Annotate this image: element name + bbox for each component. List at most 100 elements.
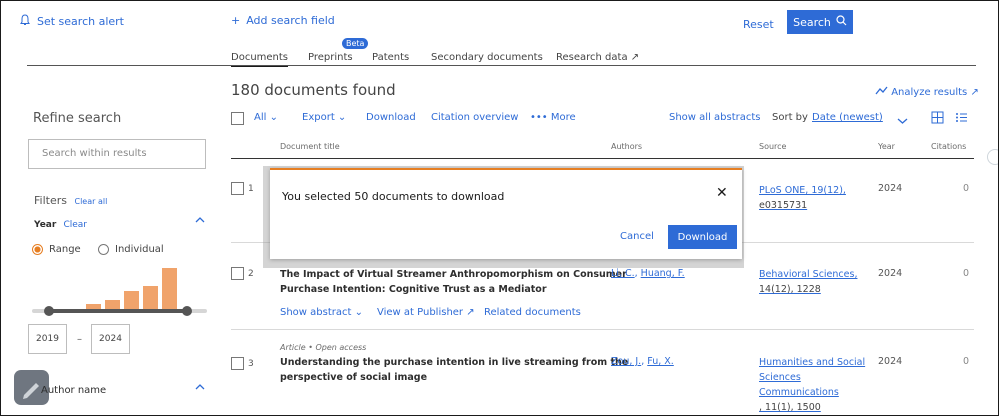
source-line: Communications [759, 387, 839, 398]
close-icon[interactable]: ✕ [716, 185, 728, 201]
source-line: Humanities and Social [759, 357, 866, 368]
title-line: The Impact of Virtual Streamer Anthropom… [280, 269, 627, 280]
row-citations: 0 [963, 268, 970, 279]
download-dialog: You selected 50 documents to download ✕ … [270, 168, 742, 259]
cancel-button[interactable]: Cancel [620, 231, 654, 242]
beta-badge: Beta [342, 38, 369, 49]
related-documents-link[interactable]: Related documents [484, 307, 581, 318]
sort-select[interactable]: Date (newest) [812, 112, 883, 123]
histogram-bar [143, 286, 158, 311]
document-title-link[interactable]: Understanding the purchase intention in … [280, 355, 628, 385]
author-link[interactable]: Huang, F. [641, 268, 685, 279]
year-to-input[interactable]: 2024 [91, 324, 130, 354]
source-line: 14(12), 1228 [759, 284, 821, 295]
column-header-title[interactable]: Document title [280, 142, 340, 151]
year-slider-handle-min[interactable] [44, 306, 54, 316]
row-source[interactable]: Behavioral Sciences, 14(12), 1228 [759, 267, 857, 297]
show-all-abstracts-link[interactable]: Show all abstracts [669, 112, 761, 123]
search-button-label: Search [793, 15, 831, 29]
year-slider-track[interactable] [32, 306, 207, 316]
individual-radio[interactable]: Individual [98, 244, 164, 255]
row-number: 1 [248, 183, 254, 194]
set-search-alert-link[interactable]: Set search alert [19, 14, 124, 29]
row-year: 2024 [878, 268, 903, 279]
source-line: , 11(1), 1500 [759, 402, 821, 413]
search-icon [836, 15, 847, 29]
chevron-up-icon[interactable] [195, 383, 205, 394]
chevron-down-icon[interactable] [897, 115, 908, 128]
author-link[interactable]: Zou, J. [611, 356, 641, 367]
row-authors: Zou, J., Fu, X. [611, 356, 674, 367]
row-checkbox[interactable]: 3 [231, 357, 254, 370]
filters-label: Filters [34, 194, 67, 207]
column-header-authors[interactable]: Authors [611, 142, 642, 151]
year-slider-handle-max[interactable] [182, 306, 192, 316]
row-number: 2 [248, 268, 254, 279]
sort-by-label: Sort by [772, 112, 808, 123]
row-checkbox[interactable]: 1 [231, 182, 254, 195]
year-range-dash: – [77, 334, 82, 345]
source-line: Sciences [759, 372, 801, 383]
show-abstract-link[interactable]: Show abstract ⌄ [280, 307, 363, 318]
refine-search-heading: Refine search [33, 111, 122, 126]
row-citations: 0 [963, 356, 970, 367]
page: Set search alert + Add search field Rese… [0, 0, 999, 416]
analyze-results-link[interactable]: Analyze results ↗ [875, 86, 979, 98]
author-link[interactable]: Li, C. [611, 268, 635, 279]
range-radio[interactable]: Range [32, 244, 81, 255]
search-within-results-input[interactable]: Search within results [28, 139, 206, 169]
title-line: Understanding the purchase intention in … [280, 357, 629, 368]
document-meta: Article • Open access [280, 343, 367, 352]
search-button[interactable]: Search [787, 10, 853, 34]
document-title-link[interactable]: The Impact of Virtual Streamer Anthropom… [280, 267, 627, 297]
analyze-results-label: Analyze results ↗ [891, 87, 979, 98]
reset-link[interactable]: Reset [743, 18, 774, 31]
download-link[interactable]: Download [366, 112, 416, 123]
clear-all-link[interactable]: Clear all [74, 197, 107, 206]
source-line: e0315731 [759, 200, 808, 211]
header-divider [27, 65, 976, 66]
trend-icon [875, 86, 891, 98]
more-menu[interactable]: ••• More [530, 112, 576, 123]
radio-unselected-icon [98, 244, 109, 255]
download-button[interactable]: Download [668, 225, 737, 249]
row-checkbox[interactable]: 2 [231, 267, 254, 280]
year-label: Year [34, 220, 57, 230]
citation-overview-link[interactable]: Citation overview [431, 112, 518, 123]
year-from-input[interactable]: 2019 [28, 324, 67, 354]
row-authors: Li, C., Huang, F. [611, 268, 685, 279]
row-number: 3 [248, 358, 254, 369]
tab-secondary-documents[interactable]: Secondary documents [431, 52, 543, 63]
author-link[interactable]: Fu, X. [647, 356, 674, 367]
row-citations: 0 [963, 183, 970, 194]
tab-preprints[interactable]: Preprints [308, 52, 353, 63]
author-name-heading: Author name [41, 385, 107, 396]
dialog-message: You selected 50 documents to download [282, 190, 505, 203]
row-source[interactable]: Humanities and Social Sciences Communica… [759, 355, 865, 415]
view-at-publisher-link[interactable]: View at Publisher ↗ [377, 307, 475, 318]
results-count: 180 documents found [231, 81, 396, 99]
list-view-icon[interactable] [955, 111, 968, 127]
chevron-up-icon[interactable] [195, 216, 205, 227]
year-filter-heading: Year Clear [34, 220, 87, 230]
select-all-checkbox[interactable] [231, 112, 244, 128]
year-clear-link[interactable]: Clear [63, 220, 87, 230]
bell-icon [19, 14, 31, 29]
year-slider-range [46, 309, 186, 313]
column-header-citations[interactable]: Citations [931, 142, 966, 151]
all-dropdown[interactable]: All ⌄ [254, 112, 278, 123]
plus-icon: + [231, 14, 241, 27]
column-header-year[interactable]: Year [878, 142, 895, 151]
radio-selected-icon [32, 244, 43, 255]
column-header-source[interactable]: Source [759, 142, 786, 151]
title-line: Purchase Intention: Cognitive Trust as a… [280, 284, 547, 295]
row-source[interactable]: PLoS ONE, 19(12), e0315731 [759, 183, 846, 213]
grid-view-icon[interactable] [931, 111, 944, 127]
tab-research-data[interactable]: Research data ↗ [556, 52, 639, 63]
add-search-field-link[interactable]: + Add search field [231, 14, 335, 27]
set-search-alert-label: Set search alert [37, 15, 124, 28]
side-widget-icon[interactable] [987, 149, 998, 165]
source-line: PLoS ONE, 19(12), [759, 185, 846, 196]
tab-patents[interactable]: Patents [372, 52, 409, 63]
export-dropdown[interactable]: Export ⌄ [302, 112, 346, 123]
